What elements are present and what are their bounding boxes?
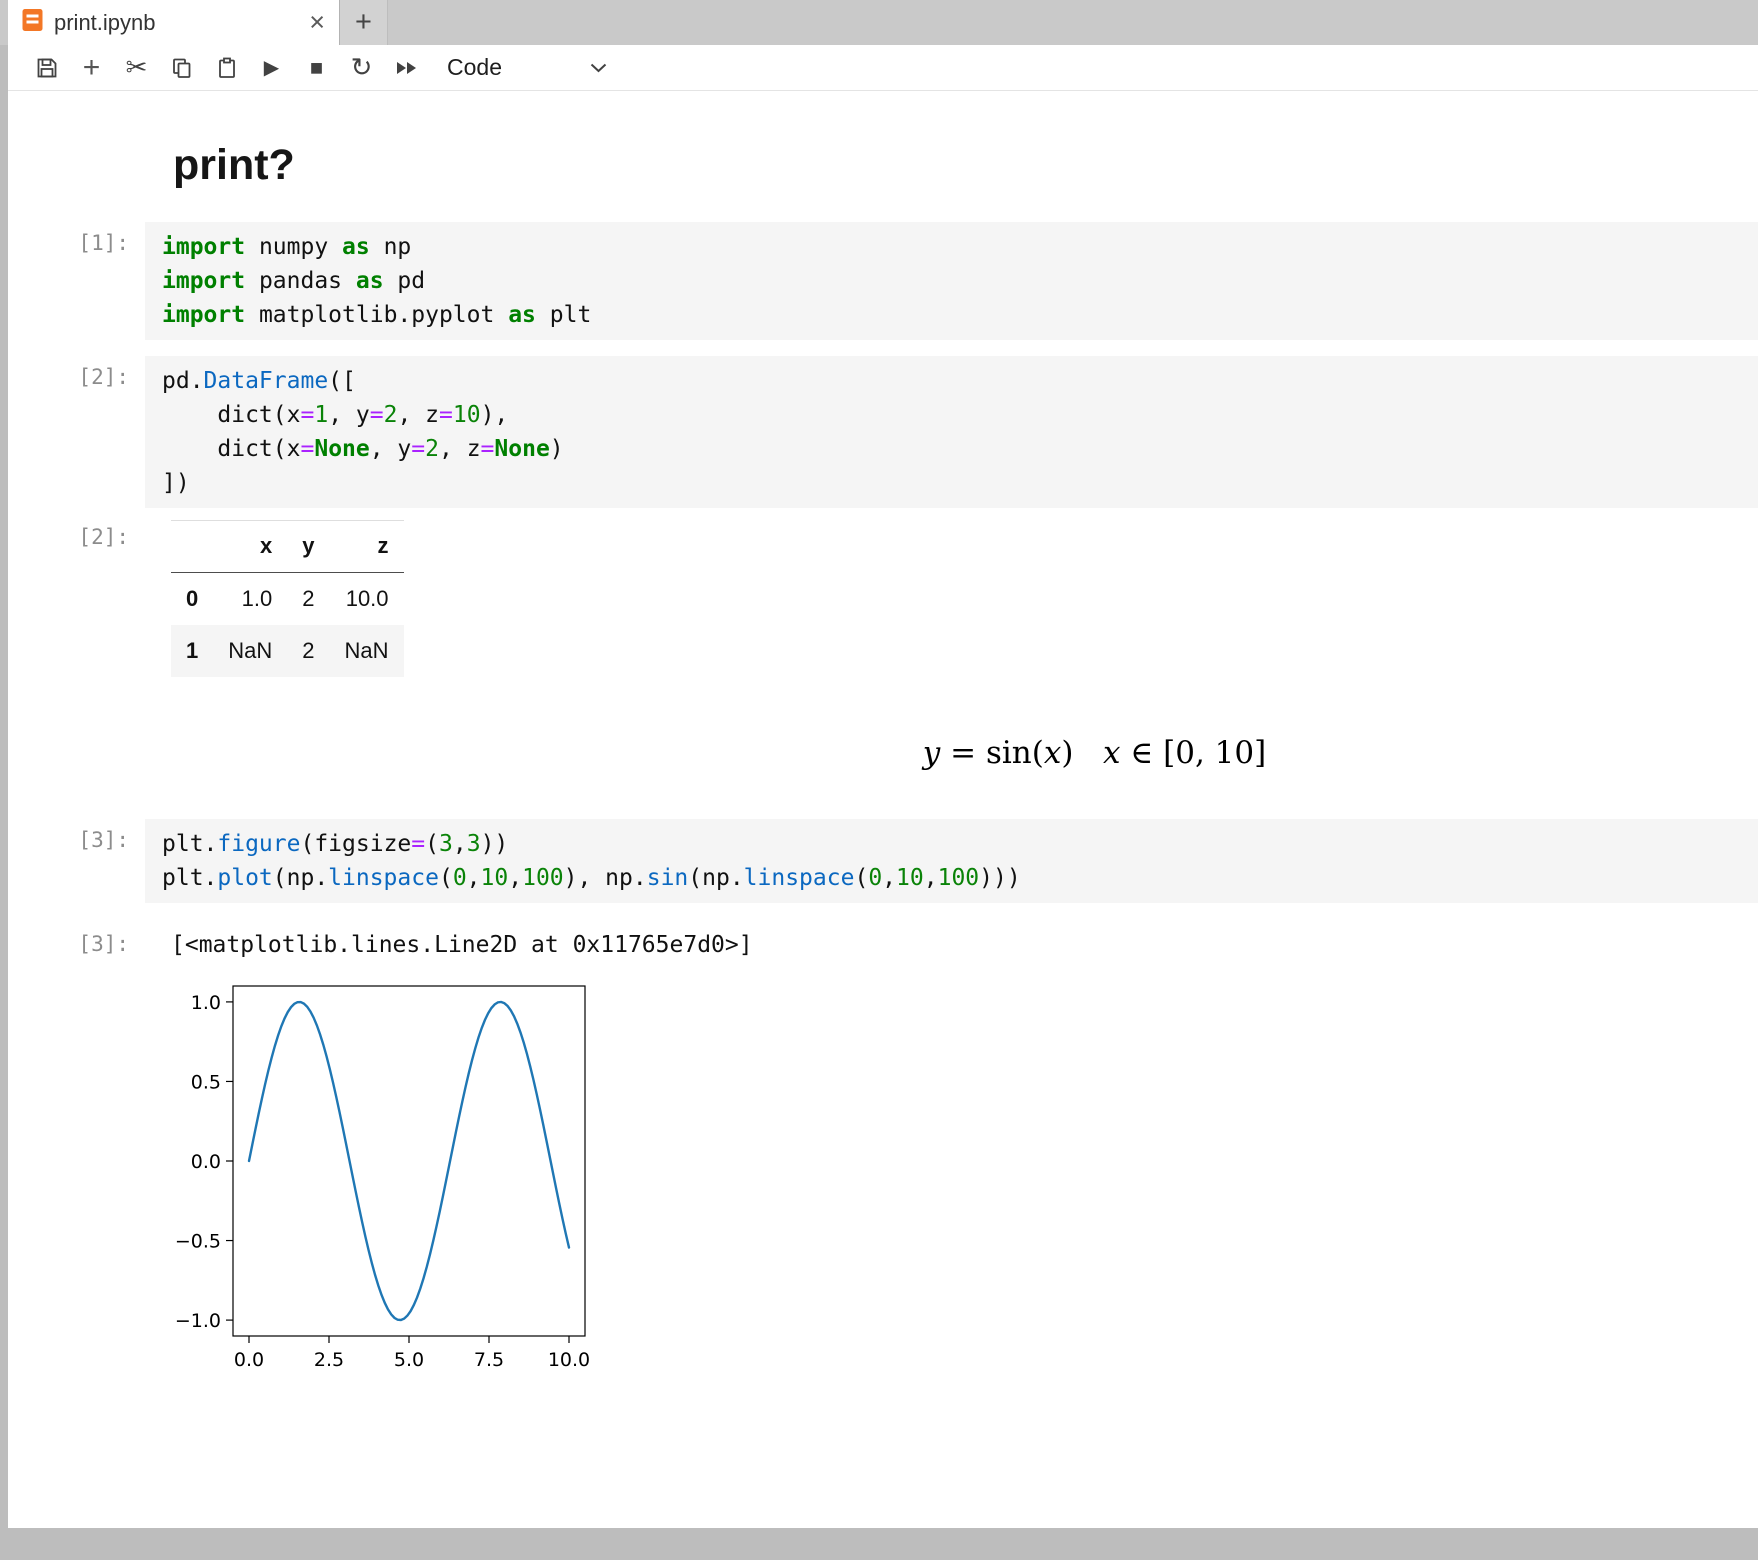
cell-prompt: [1]:: [8, 222, 145, 255]
markdown-math-cell[interactable]: y = sin(x) x ∈ [0, 10]: [145, 735, 1758, 771]
tab-title: print.ipynb: [54, 10, 156, 36]
svg-text:−1.0: −1.0: [175, 1310, 221, 1332]
cell-type-label: Code: [447, 54, 502, 81]
restart-kernel-button[interactable]: ↻: [339, 49, 384, 87]
code-cell-2[interactable]: [2]: pd.DataFrame([ dict(x=1, y=2, z=10)…: [8, 356, 1758, 508]
close-icon[interactable]: ×: [309, 9, 325, 36]
svg-text:10.0: 10.0: [548, 1349, 590, 1371]
run-button[interactable]: ▶: [249, 49, 294, 87]
table-row: 1 NaN 2 NaN: [171, 625, 404, 677]
matplotlib-figure: 0.0 2.5 5.0 7.5 10.0 −1.0 −0.5 0.0 0.5 1.0: [171, 974, 1758, 1381]
run-all-button[interactable]: [384, 49, 429, 87]
restart-icon: ↻: [351, 52, 373, 83]
table-row: 0 1.0 2 10.0: [171, 573, 404, 626]
notebook-panel: print? [1]: import numpy as np import pa…: [8, 141, 1758, 1381]
cell-prompt: [3]:: [8, 819, 145, 852]
save-button[interactable]: [24, 49, 69, 87]
code-cell-1[interactable]: [1]: import numpy as np import pandas as…: [8, 222, 1758, 340]
svg-text:0.5: 0.5: [191, 1071, 221, 1093]
output-prompt: [3]:: [8, 923, 145, 956]
svg-text:7.5: 7.5: [474, 1349, 504, 1371]
notebook-toolbar: + ✂ ▶ ■ ↻: [8, 45, 1758, 91]
cell-prompt: [2]:: [8, 356, 145, 389]
code-editor-3[interactable]: plt.figure(figsize=(3,3)) plt.plot(np.li…: [145, 819, 1758, 903]
chevron-down-icon: [590, 63, 607, 73]
tab-print-ipynb[interactable]: print.ipynb ×: [8, 0, 340, 45]
output-area-df: [2]: x y z 0 1.0: [8, 516, 1758, 677]
df-cell: 10.0: [330, 573, 404, 626]
df-col-header-x: x: [213, 521, 287, 573]
cut-cells-button[interactable]: ✂: [114, 49, 159, 87]
df-corner: [171, 521, 213, 573]
df-cell: NaN: [213, 625, 287, 677]
svg-text:0.0: 0.0: [234, 1349, 264, 1371]
df-col-header-z: z: [330, 521, 404, 573]
tab-bar: print.ipynb × +: [0, 0, 1758, 45]
play-icon: ▶: [264, 55, 279, 80]
paste-cells-button[interactable]: [204, 49, 249, 87]
output-prompt: [2]:: [8, 516, 145, 549]
copy-cells-button[interactable]: [159, 49, 204, 87]
svg-text:1.0: 1.0: [191, 992, 221, 1014]
fast-forward-icon: [396, 61, 418, 75]
notebook-icon: [22, 8, 43, 37]
df-index: 0: [171, 573, 213, 626]
text-output: [<matplotlib.lines.Line2D at 0x11765e7d0…: [171, 923, 1758, 958]
insert-cell-button[interactable]: +: [69, 49, 114, 87]
new-tab-button[interactable]: +: [340, 0, 388, 45]
code-cell-3[interactable]: [3]: plt.figure(figsize=(3,3)) plt.plot(…: [8, 819, 1758, 903]
df-cell: 2: [287, 573, 329, 626]
main-window: + ✂ ▶ ■ ↻: [8, 45, 1758, 1528]
code-editor-2[interactable]: pd.DataFrame([ dict(x=1, y=2, z=10), dic…: [145, 356, 1758, 508]
stop-icon: ■: [310, 55, 323, 81]
svg-text:0.0: 0.0: [191, 1151, 221, 1173]
df-cell: 1.0: [213, 573, 287, 626]
svg-text:−0.5: −0.5: [175, 1231, 221, 1253]
code-editor-1[interactable]: import numpy as np import pandas as pd i…: [145, 222, 1758, 340]
svg-text:2.5: 2.5: [314, 1349, 344, 1371]
svg-text:5.0: 5.0: [394, 1349, 424, 1371]
dataframe-output: x y z 0 1.0 2 10.0 1: [171, 520, 404, 677]
stop-button[interactable]: ■: [294, 49, 339, 87]
output-area-plot: [3]: [<matplotlib.lines.Line2D at 0x1176…: [8, 923, 1758, 1381]
df-cell: 2: [287, 625, 329, 677]
markdown-heading: print?: [173, 141, 1758, 190]
df-cell: NaN: [330, 625, 404, 677]
cell-type-select[interactable]: Code: [447, 54, 607, 81]
df-index: 1: [171, 625, 213, 677]
scissors-icon: ✂: [126, 52, 148, 83]
df-col-header-y: y: [287, 521, 329, 573]
